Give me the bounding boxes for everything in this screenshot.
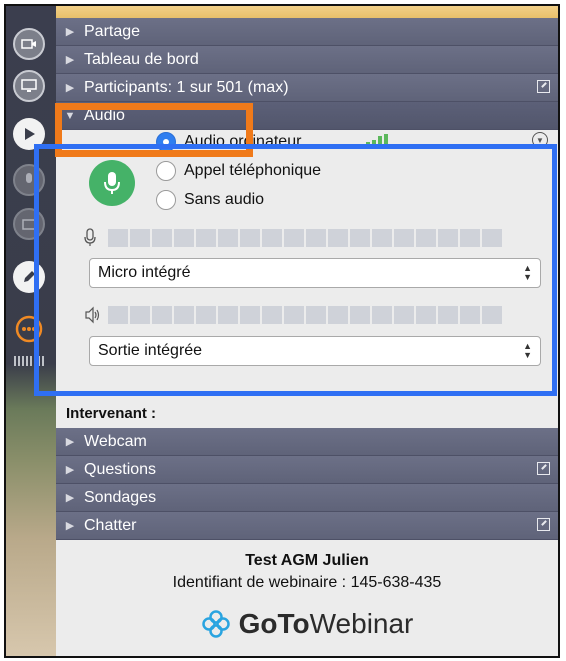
webinar-footer: Test AGM Julien Identifiant de webinaire… bbox=[56, 546, 558, 656]
webcam-toggle-button[interactable] bbox=[13, 28, 45, 60]
logo-goto-text: GoTo bbox=[238, 608, 310, 639]
section-webcam[interactable]: ▶ Webcam bbox=[56, 428, 558, 456]
section-label: Partage bbox=[84, 22, 141, 40]
webinar-id: Identifiant de webinaire : 145-638-435 bbox=[172, 574, 442, 591]
panel-top-strip bbox=[56, 6, 558, 18]
expand-triangle-icon: ▶ bbox=[65, 54, 75, 66]
webcam-icon bbox=[21, 39, 36, 49]
section-questions[interactable]: ▶ Questions bbox=[56, 456, 558, 484]
section-label: Webcam bbox=[84, 432, 147, 450]
gotowebinar-flower-icon bbox=[201, 610, 230, 638]
intervenant-heading: Intervenant : bbox=[56, 398, 558, 428]
gotowebinar-logo: GoTo Webinar bbox=[56, 608, 558, 640]
screen-icon bbox=[21, 79, 37, 92]
webinar-control-panel: ▶ Partage ▶ Tableau de bord ▶ Participan… bbox=[4, 4, 560, 658]
popout-icon[interactable] bbox=[537, 518, 550, 531]
expand-triangle-icon: ▶ bbox=[65, 520, 75, 532]
section-sondages[interactable]: ▶ Sondages bbox=[56, 484, 558, 512]
popout-icon[interactable] bbox=[537, 462, 550, 475]
section-label: Questions bbox=[84, 460, 157, 478]
expand-triangle-icon: ▶ bbox=[65, 464, 75, 476]
section-label: Chatter bbox=[84, 516, 137, 534]
expand-triangle-icon: ▶ bbox=[65, 492, 75, 504]
expand-triangle-icon: ▶ bbox=[65, 26, 75, 38]
play-icon bbox=[25, 128, 35, 140]
webinar-title: Test AGM Julien bbox=[245, 552, 369, 569]
logo-webinar-text: Webinar bbox=[309, 608, 414, 639]
expand-triangle-icon: ▶ bbox=[65, 82, 75, 94]
section-label: Sondages bbox=[84, 488, 157, 506]
section-chatter[interactable]: ▶ Chatter bbox=[56, 512, 558, 540]
section-tableau-de-bord[interactable]: ▶ Tableau de bord bbox=[56, 46, 558, 74]
screen-share-button[interactable] bbox=[13, 70, 45, 102]
section-label: Tableau de bord bbox=[84, 50, 199, 68]
section-label: Participants: 1 sur 501 (max) bbox=[84, 78, 289, 96]
section-partage[interactable]: ▶ Partage bbox=[56, 18, 558, 46]
expand-triangle-icon: ▶ bbox=[65, 436, 75, 448]
popout-icon[interactable] bbox=[537, 80, 550, 93]
highlight-box-audio-settings bbox=[34, 144, 557, 396]
section-participants[interactable]: ▶ Participants: 1 sur 501 (max) bbox=[56, 74, 558, 102]
